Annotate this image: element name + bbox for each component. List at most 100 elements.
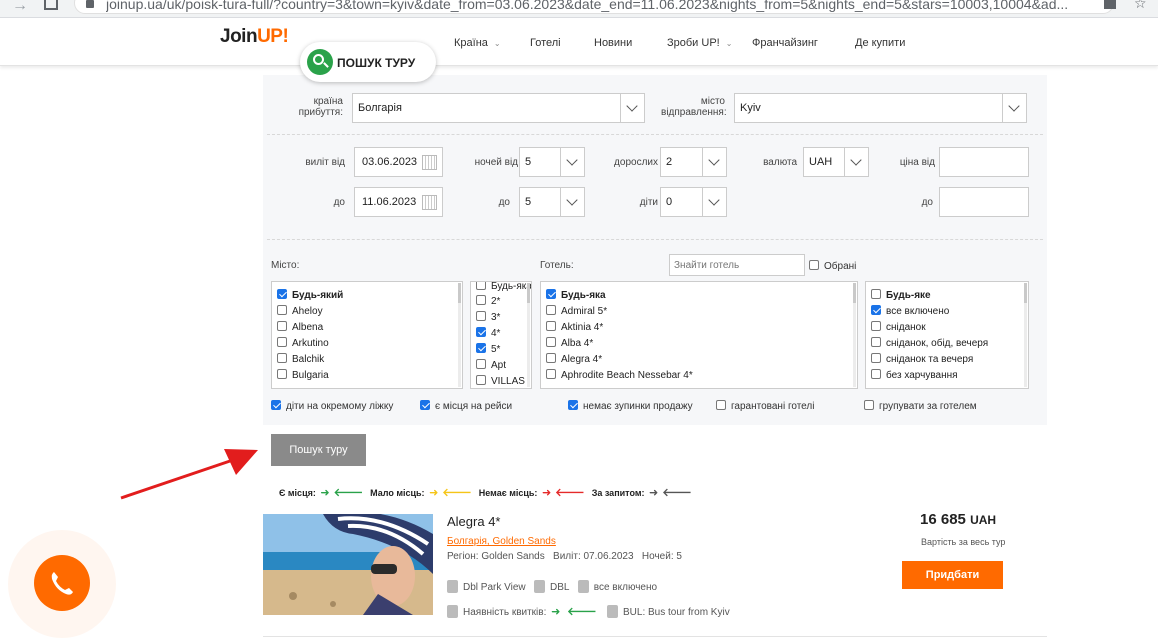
list-item[interactable]: без харчування <box>871 369 958 383</box>
nights-from-select[interactable]: 5 <box>519 147 585 177</box>
depart-to-label: до <box>333 197 345 208</box>
list-item[interactable]: VILLAS <box>476 375 525 388</box>
list-item[interactable]: Apt <box>476 359 506 373</box>
list-item[interactable]: 2* <box>476 295 500 309</box>
currency-label: валюта <box>763 157 797 168</box>
chevron-down-icon <box>620 94 644 122</box>
hotel-photo[interactable] <box>263 514 433 615</box>
depart-from-date[interactable]: 03.06.2023 <box>354 147 443 177</box>
calendar-icon <box>422 195 437 210</box>
children-label: діти <box>639 197 658 208</box>
option-no-stop-sale[interactable]: немає зупинки продажу <box>568 400 693 412</box>
site-header: JoinUP! Країна ⌄ Готелі Новини Зроби UP! ⌄… <box>0 18 1158 66</box>
chevron-down-icon: ⌄ <box>493 39 501 48</box>
search-form: країна прибуття: Болгарія місто відправл… <box>263 75 1047 425</box>
checkbox[interactable] <box>809 260 819 270</box>
arrow-left-icon: 🡐 <box>567 606 597 618</box>
list-item[interactable]: сніданок та вечеря <box>871 353 973 367</box>
arrow-left-icon: 🡐 <box>333 487 364 499</box>
nav-news[interactable]: Новини <box>594 37 632 49</box>
chevron-down-icon <box>702 188 726 216</box>
search-tour-tab[interactable]: ПОШУК ТУРУ <box>300 42 436 82</box>
adults-select[interactable]: 2 <box>660 147 727 177</box>
list-item[interactable]: Aktinia 4* <box>546 321 603 335</box>
hotel-name[interactable]: Alegra 4* <box>447 514 500 529</box>
option-group-by-hotel[interactable]: групувати за готелем <box>864 400 977 412</box>
list-item[interactable]: все включено <box>871 305 949 319</box>
favorites-toggle[interactable]: Обрані <box>809 260 856 272</box>
callback-button[interactable] <box>34 555 90 611</box>
city-list[interactable]: Будь-який Aheloy Albena Arkutino Balchik… <box>271 281 463 389</box>
scrollbar[interactable] <box>1024 283 1027 387</box>
country-select[interactable]: Болгарія <box>352 93 645 123</box>
currency-select[interactable]: UAH <box>803 147 869 177</box>
search-tour-button[interactable]: Пошук туру <box>271 434 366 466</box>
list-item[interactable]: Bulgaria <box>277 369 329 383</box>
list-item[interactable]: Alba 4* <box>546 337 593 351</box>
back-arrow-icon[interactable]: → <box>12 0 28 15</box>
arrow-right-icon: ➜ <box>320 487 330 499</box>
hotel-list[interactable]: Будь-яка Admiral 5* Aktinia 4* Alba 4* A… <box>540 281 858 389</box>
lock-icon[interactable] <box>86 0 94 8</box>
list-item[interactable]: сніданок <box>871 321 926 335</box>
country-label: країна прибуття: <box>298 96 343 118</box>
option-flight-seats[interactable]: є місця на рейси <box>420 400 512 412</box>
ticket-availability: Наявність квитків: ➜ 🡐 BUL: Bus tour fro… <box>447 604 730 618</box>
search-icon <box>307 49 333 75</box>
stars-list[interactable]: Будь-яка 2* 3* 4* 5* Apt VILLAS <box>470 281 532 389</box>
nav-where-buy[interactable]: Де купити <box>855 37 905 49</box>
hotel-location-link[interactable]: Болгарія, Golden Sands <box>447 536 556 547</box>
list-item[interactable]: Albena <box>277 321 323 335</box>
list-item[interactable]: Balchik <box>277 353 324 367</box>
nights-to-select[interactable]: 5 <box>519 187 585 217</box>
phone-icon <box>51 572 73 595</box>
nav-franchise[interactable]: Франчайзинг <box>752 37 818 49</box>
list-item[interactable]: 5* <box>476 343 500 357</box>
hotel-search-input[interactable] <box>669 254 805 276</box>
option-kids-bed[interactable]: діти на окремому ліжку <box>271 400 393 412</box>
list-item[interactable]: Admiral 5* <box>546 305 607 319</box>
depart-to-date[interactable]: 11.06.2023 <box>354 187 443 217</box>
home-icon[interactable] <box>44 0 58 10</box>
option-guaranteed-hotels[interactable]: гарантовані готелі <box>716 400 814 412</box>
buy-button[interactable]: Придбати <box>902 561 1003 589</box>
list-item[interactable]: Будь-яка <box>476 282 531 294</box>
nav-make-up[interactable]: Зроби UP! ⌄ <box>667 37 732 49</box>
scrollbar[interactable] <box>458 283 461 387</box>
list-item[interactable]: 4* <box>476 327 500 341</box>
list-item[interactable]: Будь-яка <box>546 289 606 303</box>
bookmark-star-icon[interactable]: ☆ <box>1134 0 1147 12</box>
arrow-right-icon: ➜ <box>551 606 561 618</box>
list-item[interactable]: Arkutino <box>277 337 329 351</box>
scrollbar[interactable] <box>527 283 530 387</box>
price-to-input[interactable] <box>939 187 1029 217</box>
list-item[interactable]: Будь-який <box>277 289 343 303</box>
list-item[interactable]: Alegra 4* <box>546 353 602 367</box>
chevron-down-icon <box>560 148 584 176</box>
list-item[interactable]: 3* <box>476 311 500 325</box>
price-note: Вартість за весь тур <box>921 537 1006 547</box>
scrollbar[interactable] <box>853 283 856 387</box>
divider <box>267 239 1043 240</box>
nights-from-label: ночей від <box>474 157 518 168</box>
depart-from-label: виліт від <box>305 157 345 168</box>
logo[interactable]: JoinUP! <box>220 26 289 48</box>
children-select[interactable]: 0 <box>660 187 727 217</box>
chevron-down-icon: ⌄ <box>725 39 733 48</box>
nav-country[interactable]: Країна ⌄ <box>454 37 501 49</box>
hotel-meta: Регіон: Golden Sands Виліт: 07.06.2023 Н… <box>447 551 682 562</box>
price-from-input[interactable] <box>939 147 1029 177</box>
url-text[interactable]: joinup.ua/uk/poisk-tura-full/?country=3&… <box>106 0 1086 12</box>
hotel-features: Dbl Park View DBL все включено <box>447 580 657 593</box>
calendar-icon <box>422 155 437 170</box>
list-item[interactable]: Aphrodite Beach Nessebar 4* <box>546 369 693 383</box>
list-item[interactable]: Будь-яке <box>871 289 931 303</box>
extension-icon[interactable] <box>1104 0 1116 9</box>
bus-icon <box>607 605 618 618</box>
nav-hotels[interactable]: Готелі <box>530 37 561 49</box>
city-from-select[interactable]: Kyiv <box>734 93 1027 123</box>
list-item[interactable]: Aheloy <box>277 305 323 319</box>
room-icon <box>447 580 458 593</box>
list-item[interactable]: сніданок, обід, вечеря <box>871 337 988 351</box>
meal-list[interactable]: Будь-яке все включено сніданок сніданок,… <box>865 281 1029 389</box>
